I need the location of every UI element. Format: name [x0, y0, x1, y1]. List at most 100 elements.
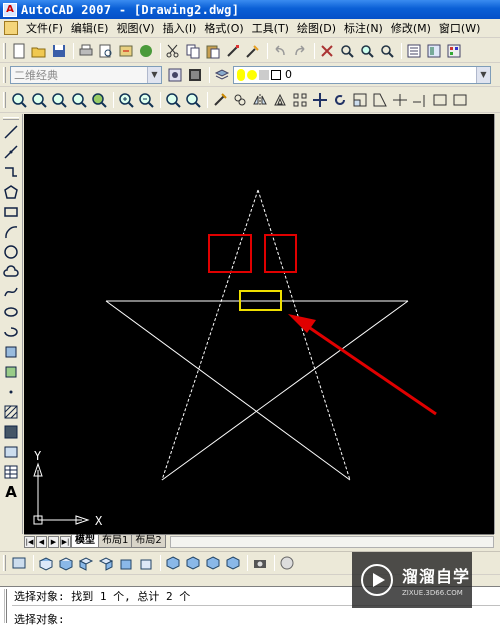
polygon-icon[interactable] [2, 183, 20, 201]
erase-icon[interactable] [211, 91, 229, 109]
workspace-settings-icon[interactable] [166, 66, 184, 84]
drawing-svg[interactable]: Y X [24, 114, 494, 534]
lightbulb-icon[interactable] [237, 68, 245, 81]
toolbar-grip[interactable] [3, 92, 6, 108]
named-views-icon[interactable] [10, 554, 28, 572]
redo-icon[interactable] [291, 42, 309, 60]
menu-view[interactable]: 视图(V) [112, 20, 158, 36]
zoom-out-icon[interactable] [137, 91, 155, 109]
menu-edit[interactable]: 编辑(E) [67, 20, 113, 36]
construction-line-icon[interactable] [2, 143, 20, 161]
properties-icon[interactable] [405, 42, 423, 60]
star-segment-2[interactable] [257, 189, 351, 481]
menu-insert[interactable]: 插入(I) [159, 20, 201, 36]
cut-icon[interactable] [164, 42, 182, 60]
gradient-icon[interactable] [2, 423, 20, 441]
menu-format[interactable]: 格式(O) [200, 20, 247, 36]
toolbar-grip[interactable] [3, 117, 19, 120]
open-file-icon[interactable] [30, 42, 48, 60]
zoom-dynamic-icon[interactable] [30, 91, 48, 109]
front-view-icon[interactable] [117, 554, 135, 572]
region-icon[interactable] [2, 443, 20, 461]
save-icon[interactable] [50, 42, 68, 60]
bottom-view-icon[interactable] [57, 554, 75, 572]
layer-color-swatch[interactable] [271, 69, 281, 80]
undo-icon[interactable] [271, 42, 289, 60]
pan-realtime-icon[interactable] [318, 42, 336, 60]
star-shape[interactable] [105, 189, 409, 481]
tab-model[interactable]: 模型 [71, 535, 99, 548]
print-icon[interactable] [77, 42, 95, 60]
zoom-window-icon[interactable] [358, 42, 376, 60]
ne-iso-view-icon[interactable] [204, 554, 222, 572]
polyline-icon[interactable] [2, 163, 20, 181]
hatch-icon[interactable] [2, 403, 20, 421]
tab-layout2[interactable]: 布局2 [131, 535, 166, 548]
zoom-center-icon[interactable] [70, 91, 88, 109]
offset-icon[interactable] [271, 91, 289, 109]
ellipse-arc-icon[interactable] [2, 323, 20, 341]
zoom-in-icon[interactable] [117, 91, 135, 109]
arc-icon[interactable] [2, 223, 20, 241]
my-workspace-icon[interactable] [186, 66, 204, 84]
back-view-icon[interactable] [137, 554, 155, 572]
tool-palettes-icon[interactable] [445, 42, 463, 60]
workspace-combo[interactable]: 二维经典 ▼ [10, 65, 162, 84]
first-tab-icon[interactable]: |◀ [24, 535, 35, 548]
mirror-icon[interactable] [251, 91, 269, 109]
drawing-area[interactable]: Y X [24, 114, 494, 534]
plot-icon[interactable] [137, 42, 155, 60]
command-line-grip[interactable] [4, 589, 7, 623]
sheet-set-icon[interactable] [278, 554, 296, 572]
lock-icon[interactable] [259, 69, 269, 80]
layer-combo[interactable]: 0 ▼ [233, 65, 491, 84]
nw-iso-view-icon[interactable] [224, 554, 242, 572]
publish-icon[interactable] [117, 42, 135, 60]
copy-object-icon[interactable] [231, 91, 249, 109]
star-segment-1[interactable] [161, 189, 259, 481]
rotate-icon[interactable] [331, 91, 349, 109]
right-view-icon[interactable] [97, 554, 115, 572]
extend-icon[interactable] [411, 91, 429, 109]
document-icon[interactable] [4, 21, 18, 35]
toolbar-grip[interactable] [3, 66, 6, 83]
last-tab-icon[interactable]: ▶| [60, 535, 71, 548]
zoom-scale-icon[interactable] [50, 91, 68, 109]
horizontal-scrollbar[interactable] [169, 535, 494, 548]
chevron-down-icon[interactable]: ▼ [147, 66, 161, 83]
line-icon[interactable] [2, 123, 20, 141]
stretch-icon[interactable] [371, 91, 389, 109]
rectangle-icon[interactable] [2, 203, 20, 221]
zoom-all-icon[interactable] [164, 91, 182, 109]
spline-icon[interactable] [2, 283, 20, 301]
star-segment-5[interactable] [161, 300, 409, 481]
make-block-icon[interactable] [2, 363, 20, 381]
zoom-object-icon[interactable] [90, 91, 108, 109]
multiline-text-icon[interactable]: A [2, 483, 20, 501]
sw-iso-view-icon[interactable] [164, 554, 182, 572]
design-center-icon[interactable] [425, 42, 443, 60]
star-segment-4[interactable] [105, 300, 351, 481]
zoom-realtime-icon[interactable] [338, 42, 356, 60]
menu-tools[interactable]: 工具(T) [248, 20, 293, 36]
prev-tab-icon[interactable]: ◀ [36, 535, 47, 548]
table-icon[interactable] [2, 463, 20, 481]
print-preview-icon[interactable] [97, 42, 115, 60]
scale-icon[interactable] [351, 91, 369, 109]
camera-icon[interactable] [251, 554, 269, 572]
chevron-down-icon[interactable]: ▼ [476, 66, 490, 83]
top-view-icon[interactable] [37, 554, 55, 572]
toolbar-grip[interactable] [3, 555, 6, 571]
sun-icon[interactable] [247, 69, 257, 80]
trim-icon[interactable] [391, 91, 409, 109]
se-iso-view-icon[interactable] [184, 554, 202, 572]
layer-manager-icon[interactable] [213, 66, 231, 84]
zoom-previous-icon[interactable] [378, 42, 396, 60]
block-editor-icon[interactable] [244, 42, 262, 60]
menu-draw[interactable]: 绘图(D) [293, 20, 340, 36]
array-icon[interactable] [291, 91, 309, 109]
revision-cloud-icon[interactable] [2, 263, 20, 281]
command-prompt[interactable]: 选择对象: [14, 611, 65, 625]
next-tab-icon[interactable]: ▶ [48, 535, 59, 548]
join-icon[interactable] [451, 91, 469, 109]
